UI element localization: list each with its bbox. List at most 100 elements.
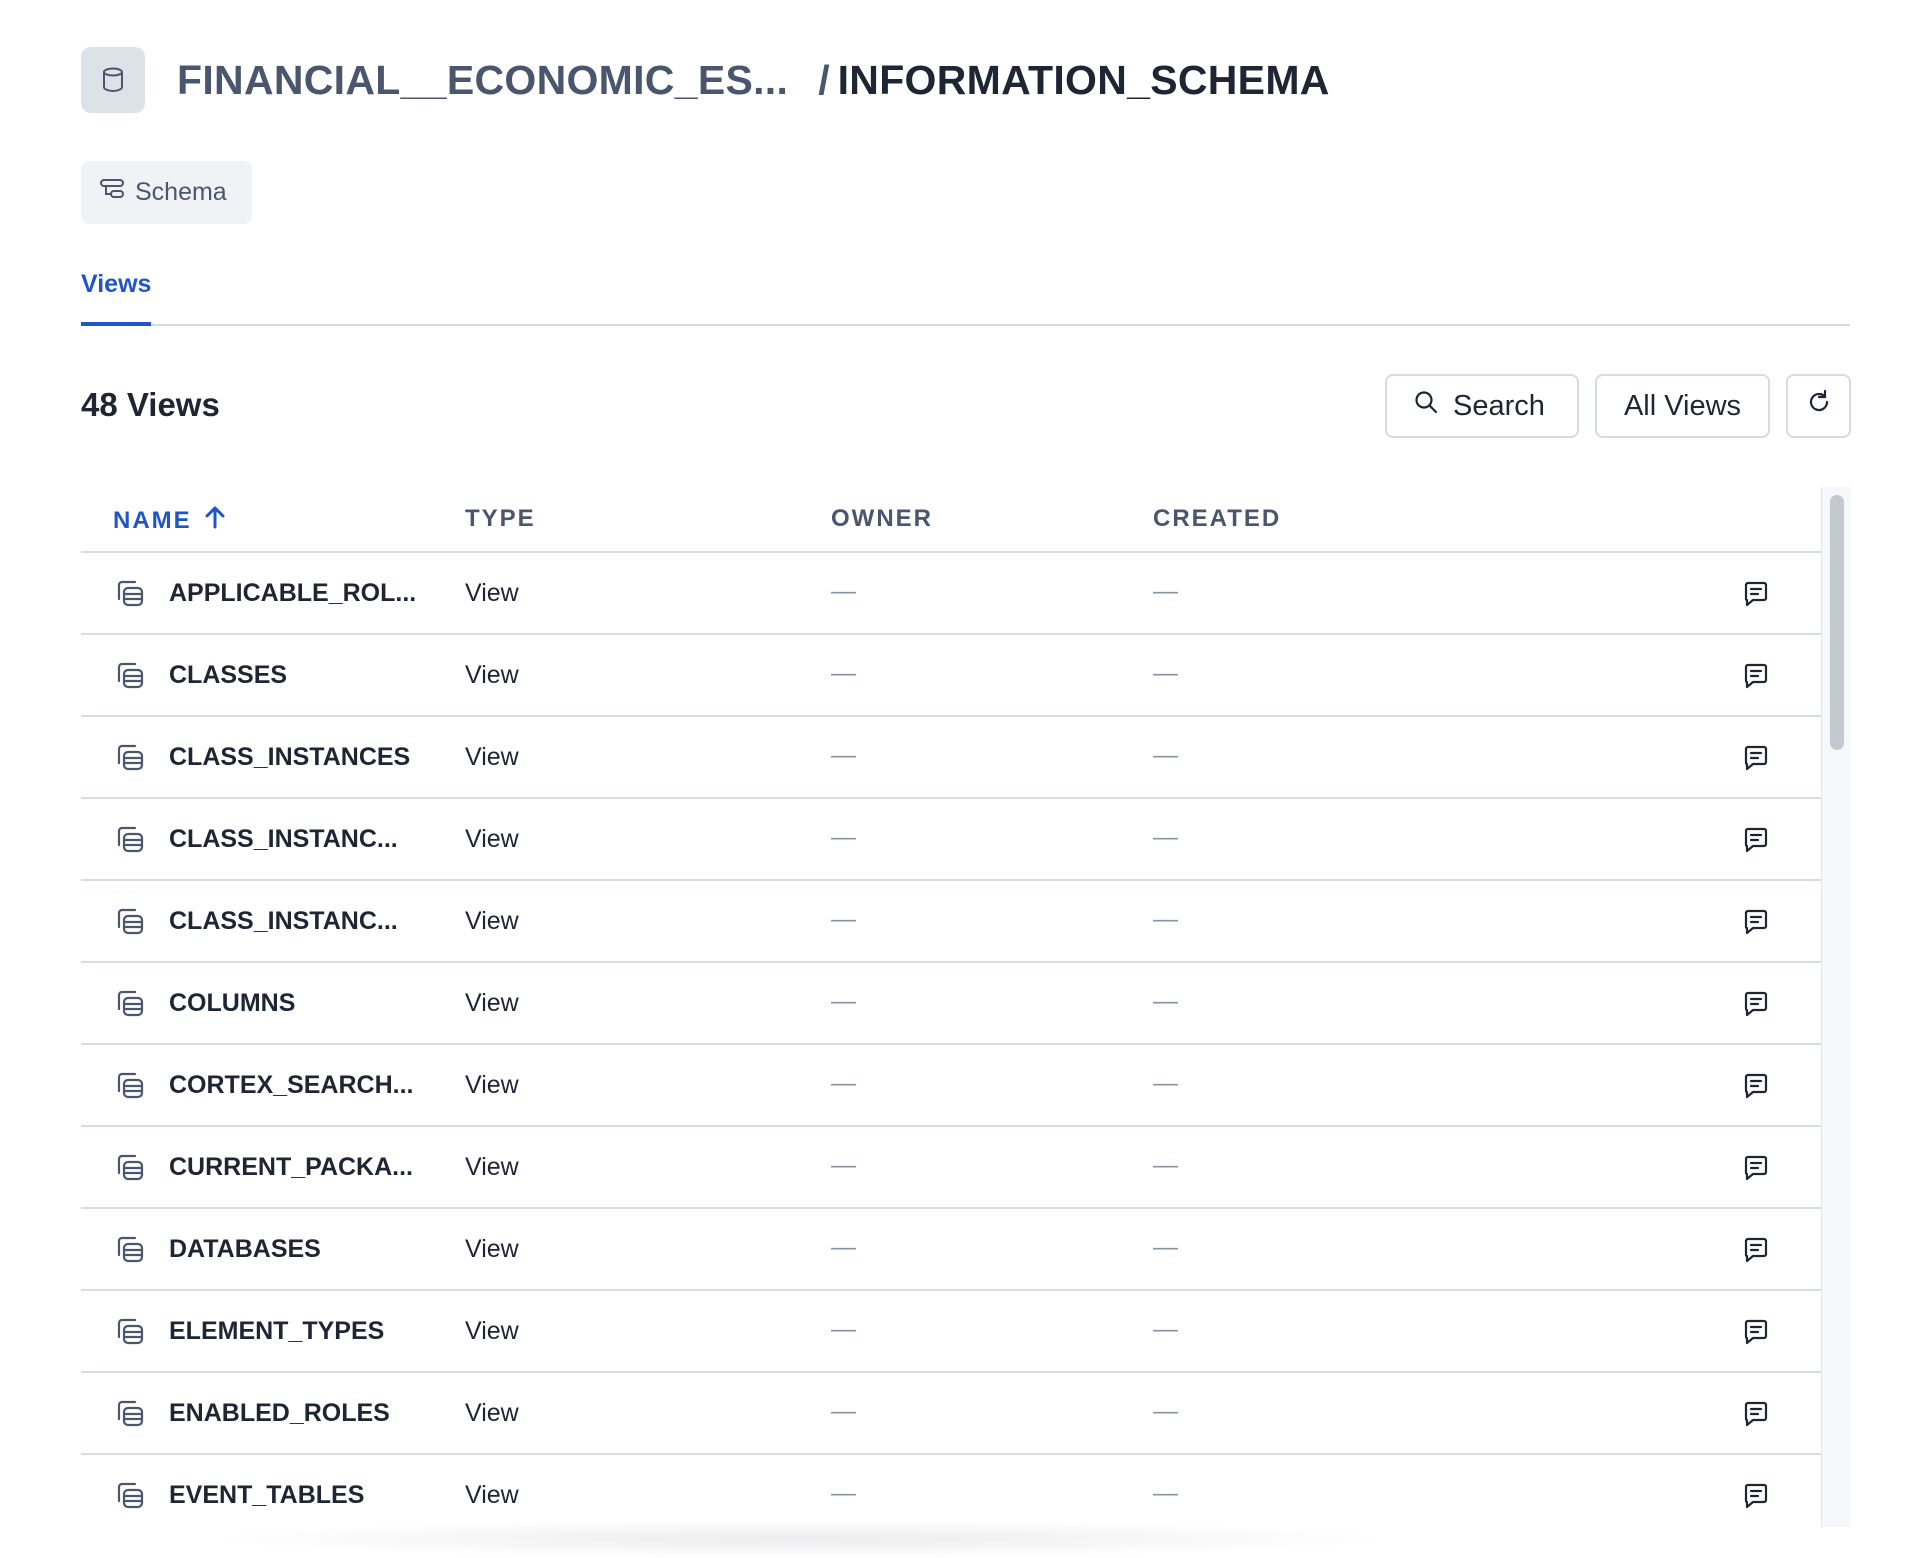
view-icon bbox=[113, 1481, 145, 1511]
view-icon bbox=[113, 1153, 145, 1183]
view-icon bbox=[113, 989, 145, 1019]
row-owner: — bbox=[831, 1315, 856, 1343]
row-name[interactable]: CLASSES bbox=[169, 661, 287, 690]
row-created: — bbox=[1153, 659, 1178, 687]
row-name[interactable]: ELEMENT_TYPES bbox=[169, 1317, 384, 1346]
comment-icon[interactable] bbox=[1742, 662, 1770, 690]
comment-icon[interactable] bbox=[1742, 1400, 1770, 1428]
bottom-shadow bbox=[200, 1520, 1400, 1558]
table-row[interactable]: CLASS_INSTANC... View — — bbox=[81, 799, 1821, 881]
row-name[interactable]: CURRENT_PACKA... bbox=[169, 1153, 413, 1182]
row-created: — bbox=[1153, 1151, 1178, 1179]
database-icon bbox=[81, 47, 145, 113]
row-owner: — bbox=[831, 1397, 856, 1425]
row-type: View bbox=[465, 1399, 519, 1427]
column-header-owner[interactable]: OWNER bbox=[831, 505, 933, 533]
comment-icon[interactable] bbox=[1742, 744, 1770, 772]
table-scrollbar[interactable] bbox=[1821, 487, 1851, 1527]
row-name[interactable]: CLASS_INSTANC... bbox=[169, 907, 398, 936]
table-row[interactable]: CLASS_INSTANC... View — — bbox=[81, 881, 1821, 963]
table-row[interactable]: COLUMNS View — — bbox=[81, 963, 1821, 1045]
comment-icon[interactable] bbox=[1742, 580, 1770, 608]
table-row[interactable]: APPLICABLE_ROL... View — — bbox=[81, 553, 1821, 635]
view-icon bbox=[113, 579, 145, 609]
table-row[interactable]: EVENT_TABLES View — — bbox=[81, 1455, 1821, 1527]
schema-type-chip: Schema bbox=[81, 161, 252, 224]
comment-icon[interactable] bbox=[1742, 1072, 1770, 1100]
breadcrumb-database-link[interactable]: FINANCIAL__ECONOMIC_ES... bbox=[177, 57, 788, 104]
table-row[interactable]: ENABLED_ROLES View — — bbox=[81, 1373, 1821, 1455]
column-header-type[interactable]: TYPE bbox=[465, 505, 536, 533]
table-row[interactable]: ELEMENT_TYPES View — — bbox=[81, 1291, 1821, 1373]
row-name[interactable]: COLUMNS bbox=[169, 989, 295, 1018]
row-type: View bbox=[465, 1235, 519, 1263]
table-header: NAME TYPE OWNER CREATED bbox=[81, 487, 1821, 553]
comment-icon[interactable] bbox=[1742, 908, 1770, 936]
table-row[interactable]: CLASS_INSTANCES View — — bbox=[81, 717, 1821, 799]
row-type: View bbox=[465, 743, 519, 771]
table-row[interactable]: DATABASES View — — bbox=[81, 1209, 1821, 1291]
row-created: — bbox=[1153, 577, 1178, 605]
row-owner: — bbox=[831, 1479, 856, 1507]
row-type: View bbox=[465, 1071, 519, 1099]
row-created: — bbox=[1153, 741, 1178, 769]
view-icon bbox=[113, 1317, 145, 1347]
column-header-name-label: NAME bbox=[113, 506, 192, 534]
row-created: — bbox=[1153, 1479, 1178, 1507]
page-title: INFORMATION_SCHEMA bbox=[837, 56, 1330, 103]
row-type: View bbox=[465, 579, 519, 607]
row-type: View bbox=[465, 825, 519, 853]
table-row[interactable]: CLASSES View — — bbox=[81, 635, 1821, 717]
row-owner: — bbox=[831, 741, 856, 769]
row-name[interactable]: APPLICABLE_ROL... bbox=[169, 579, 416, 608]
scrollbar-thumb[interactable] bbox=[1830, 495, 1844, 750]
schema-icon bbox=[99, 177, 125, 208]
row-owner: — bbox=[831, 987, 856, 1015]
row-type: View bbox=[465, 907, 519, 935]
view-icon bbox=[113, 661, 145, 691]
comment-icon[interactable] bbox=[1742, 826, 1770, 854]
breadcrumb-separator: / bbox=[818, 56, 830, 103]
all-views-filter-button[interactable]: All Views bbox=[1595, 374, 1770, 438]
table-row[interactable]: CORTEX_SEARCH... View — — bbox=[81, 1045, 1821, 1127]
row-owner: — bbox=[831, 659, 856, 687]
comment-icon[interactable] bbox=[1742, 1236, 1770, 1264]
row-type: View bbox=[465, 1317, 519, 1345]
row-name[interactable]: DATABASES bbox=[169, 1235, 321, 1264]
row-owner: — bbox=[831, 577, 856, 605]
view-icon bbox=[113, 1071, 145, 1101]
refresh-icon bbox=[1805, 388, 1833, 424]
row-owner: — bbox=[831, 905, 856, 933]
row-type: View bbox=[465, 1153, 519, 1181]
search-icon bbox=[1413, 389, 1439, 423]
comment-icon[interactable] bbox=[1742, 1318, 1770, 1346]
row-name[interactable]: CLASS_INSTANC... bbox=[169, 825, 398, 854]
row-name[interactable]: CLASS_INSTANCES bbox=[169, 743, 410, 772]
row-created: — bbox=[1153, 1397, 1178, 1425]
row-created: — bbox=[1153, 1315, 1178, 1343]
column-header-name[interactable]: NAME bbox=[113, 505, 226, 536]
comment-icon[interactable] bbox=[1742, 990, 1770, 1018]
search-button-label: Search bbox=[1453, 389, 1545, 422]
view-icon bbox=[113, 825, 145, 855]
comment-icon[interactable] bbox=[1742, 1482, 1770, 1510]
search-button[interactable]: Search bbox=[1385, 374, 1579, 438]
arrow-up-icon bbox=[204, 505, 226, 536]
row-name[interactable]: CORTEX_SEARCH... bbox=[169, 1071, 413, 1100]
refresh-button[interactable] bbox=[1786, 374, 1851, 438]
row-name[interactable]: ENABLED_ROLES bbox=[169, 1399, 390, 1428]
row-type: View bbox=[465, 1481, 519, 1509]
row-name[interactable]: EVENT_TABLES bbox=[169, 1481, 364, 1510]
views-count-title: 48 Views bbox=[81, 386, 220, 423]
table-row[interactable]: CURRENT_PACKA... View — — bbox=[81, 1127, 1821, 1209]
view-icon bbox=[113, 743, 145, 773]
schema-chip-label: Schema bbox=[135, 178, 227, 206]
row-created: — bbox=[1153, 1069, 1178, 1097]
column-header-created[interactable]: CREATED bbox=[1153, 505, 1281, 533]
page: FINANCIAL__ECONOMIC_ES... / INFORMATION_… bbox=[0, 0, 1920, 1558]
view-icon bbox=[113, 1235, 145, 1265]
comment-icon[interactable] bbox=[1742, 1154, 1770, 1182]
row-type: View bbox=[465, 989, 519, 1017]
row-created: — bbox=[1153, 823, 1178, 851]
tab-views[interactable]: Views bbox=[81, 270, 152, 326]
